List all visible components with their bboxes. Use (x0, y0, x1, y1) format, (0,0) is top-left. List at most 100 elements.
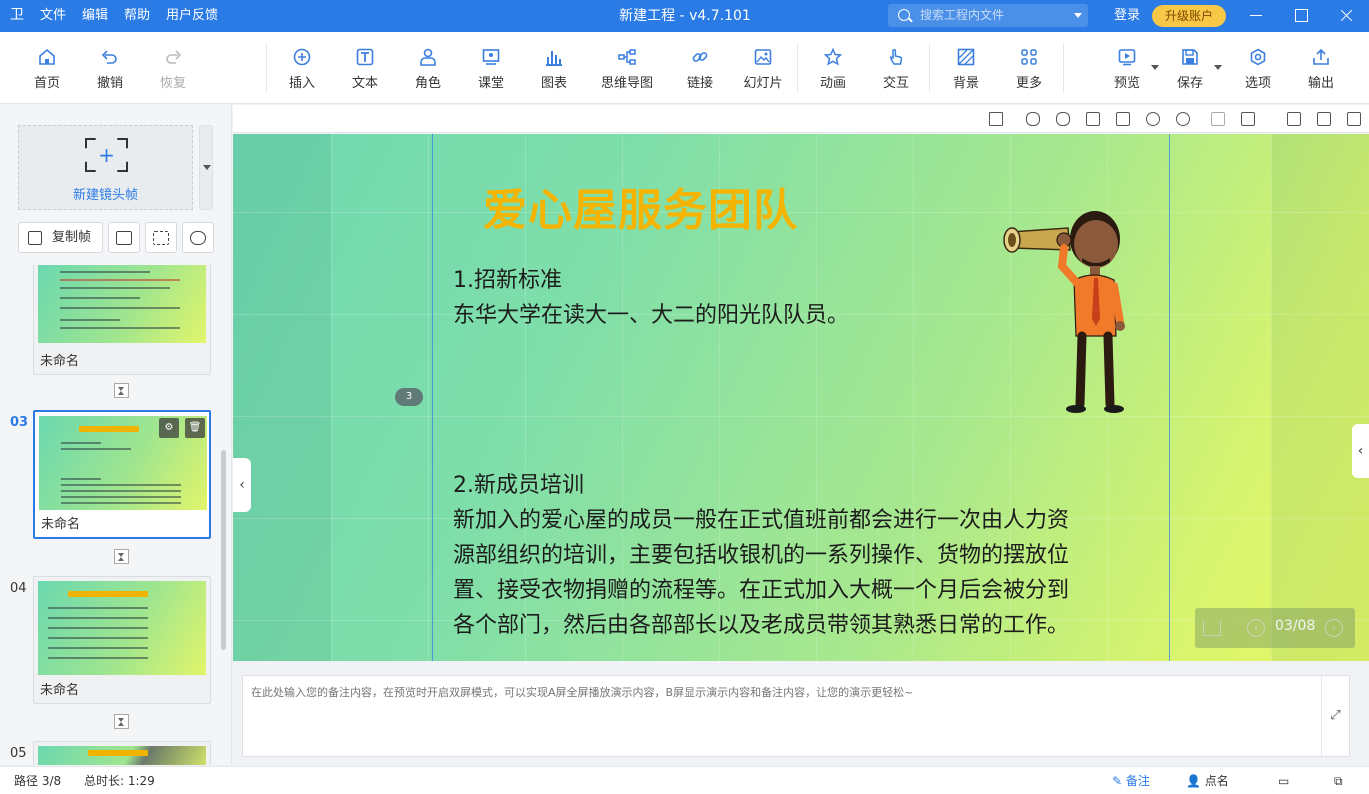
text-button[interactable]: 文本 (337, 32, 393, 104)
preview-button[interactable]: 预览 (1099, 32, 1159, 104)
camera-icon[interactable] (1287, 112, 1301, 126)
rollcall-button[interactable]: 👤 点名 (1186, 767, 1229, 794)
screen-icon[interactable]: ▭ (1278, 767, 1289, 794)
undo-button[interactable]: 撤销 (82, 32, 138, 104)
classroom-button[interactable]: 课堂 (463, 32, 519, 104)
swap-frame-button[interactable] (182, 222, 214, 253)
copy-frame-button[interactable]: 复制帧 (18, 222, 103, 253)
mindmap-button[interactable]: 思维导图 (599, 32, 655, 104)
frame-thumbnail-active[interactable]: ⚙ 🗑 未命名 (33, 410, 211, 539)
align-icon[interactable] (1211, 112, 1225, 126)
maximize-icon[interactable] (1285, 0, 1317, 32)
interact-button[interactable]: 交互 (868, 32, 924, 104)
chevron-down-icon[interactable] (1074, 13, 1082, 18)
frame-preview-image (38, 265, 206, 343)
insert-button[interactable]: 插入 (274, 32, 330, 104)
copy-icon (28, 231, 42, 245)
rotate-left-icon[interactable] (1026, 112, 1040, 126)
login-link[interactable]: 登录 (1114, 0, 1140, 32)
slide-heading-2[interactable]: 2.新成员培训 (453, 468, 584, 503)
prev-slide-icon[interactable]: ‹ (1247, 619, 1265, 637)
export-button[interactable]: 输出 (1293, 32, 1349, 104)
rotate-right-icon[interactable] (1056, 112, 1070, 126)
menu-edit[interactable]: 编辑 (82, 0, 108, 32)
home-button[interactable]: 首页 (19, 32, 75, 104)
zoom-out-icon[interactable] (1176, 112, 1190, 126)
role-button[interactable]: 角色 (400, 32, 456, 104)
transition-icon[interactable] (114, 549, 129, 564)
animation-button[interactable]: 动画 (805, 32, 861, 104)
trash-icon[interactable]: 🗑 (185, 418, 205, 438)
lock-icon[interactable] (1241, 112, 1255, 126)
upload-icon (1313, 48, 1329, 65)
upgrade-button[interactable]: 升级账户 (1152, 5, 1226, 27)
new-frame-dropdown[interactable] (199, 125, 213, 210)
notes-panel: ⤢ (242, 675, 1350, 757)
slide-paragraph-2-line[interactable]: 各个部门，然后由各部部长以及老成员带领其熟悉日常的工作。 (453, 608, 1069, 643)
slide-paragraph-2-line[interactable]: 源部组织的培训，主要包括收银机的一系列操作、货物的摆放位 (453, 538, 1069, 573)
screenshot-icon[interactable] (1317, 112, 1331, 126)
transition-icon[interactable] (114, 714, 129, 729)
edit-icon: ✎ (1112, 774, 1123, 788)
frame-settings-icon[interactable]: ⚙ (159, 418, 179, 438)
chevron-down-icon[interactable] (1214, 65, 1222, 70)
menu-file[interactable]: 文件 (40, 0, 66, 32)
menu-bar: 文件 编辑 帮助 用户反馈 (40, 0, 218, 32)
more-button[interactable]: 更多 (1001, 32, 1057, 104)
frame-thumbnail[interactable]: 未命名 (33, 576, 211, 704)
camera-icon (116, 231, 132, 245)
fit-frame-button[interactable] (145, 222, 177, 253)
character-telescope-illustration[interactable] (998, 204, 1138, 419)
frame-list: 未命名 03 ⚙ 🗑 未命名 04 未命名 05 (0, 265, 231, 765)
frames-panel: + 新建镜头帧 复制帧 未命名 03 ⚙ 🗑 未命名 04 未命名 05 (0, 105, 232, 765)
link-button[interactable]: 链接 (672, 32, 728, 104)
slide-title[interactable]: 爱心屋服务团队 (483, 174, 798, 238)
save-button[interactable]: 保存 (1162, 32, 1222, 104)
menu-help[interactable]: 帮助 (124, 0, 150, 32)
slide-canvas[interactable]: 爱心屋服务团队 1.招新标准 东华大学在读大一、大二的阳光队队员。 2.新成员培… (233, 134, 1369, 661)
chart-button[interactable]: 图表 (526, 32, 582, 104)
zoom-in-icon[interactable] (1146, 112, 1160, 126)
home-icon[interactable] (1203, 620, 1221, 636)
slide-paragraph-1[interactable]: 东华大学在读大一、大二的阳光队队员。 (453, 298, 849, 333)
notes-input[interactable] (243, 676, 1321, 756)
edit-icon[interactable] (1347, 112, 1361, 126)
bar-chart-icon (546, 51, 562, 66)
frame-preview-image (38, 581, 206, 675)
options-button[interactable]: 选项 (1230, 32, 1286, 104)
frame-list-scrollbar[interactable] (221, 450, 226, 650)
expand-icon[interactable]: ⤢ (1321, 676, 1349, 756)
toolbar-divider (1063, 44, 1064, 92)
home-view-icon[interactable] (989, 112, 1003, 126)
transition-icon[interactable] (114, 383, 129, 398)
redo-icon (166, 50, 182, 64)
search-input[interactable]: 搜索工程内文件 (888, 4, 1088, 27)
window-icon[interactable]: ⧉ (1334, 767, 1343, 794)
collapse-left-panel-icon[interactable]: ‹ (233, 458, 251, 512)
background-button[interactable]: 背景 (938, 32, 994, 104)
notes-toggle-button[interactable]: ✎ 备注 (1112, 767, 1150, 794)
expand-right-panel-icon[interactable]: ‹ (1352, 424, 1369, 478)
slide-heading-1[interactable]: 1.招新标准 (453, 263, 562, 298)
close-icon[interactable] (1330, 0, 1362, 32)
chevron-down-icon[interactable] (1151, 65, 1159, 70)
canvas-toolbar (233, 105, 1369, 133)
text-icon (356, 48, 374, 66)
redo-button[interactable]: 恢复 (145, 32, 201, 104)
frame-thumbnail[interactable]: 未命名 (33, 265, 211, 375)
slide-paragraph-2-line[interactable]: 置、接受衣物捐赠的流程等。在正式加入大概一个月后会被分到 (453, 573, 1069, 608)
paste-icon[interactable] (1116, 112, 1130, 126)
slide-counter: 03/08 (1275, 618, 1316, 634)
frame-number-badge[interactable]: 3 (395, 388, 423, 406)
snapshot-button[interactable] (108, 222, 140, 253)
image-icon (754, 49, 772, 65)
next-slide-icon[interactable]: › (1325, 619, 1343, 637)
main-toolbar: 首页 撤销 恢复 插入 文本 角色 课堂 图表 思维导图 链接 幻灯片 动画 交… (0, 32, 1369, 104)
frame-thumbnail[interactable] (33, 741, 211, 765)
slide-paragraph-2-line[interactable]: 新加入的爱心屋的成员一般在正式值班前都会进行一次由人力资 (453, 503, 1069, 538)
minimize-icon[interactable] (1240, 0, 1272, 32)
new-frame-button[interactable]: + 新建镜头帧 (18, 125, 193, 210)
menu-feedback[interactable]: 用户反馈 (166, 0, 218, 32)
slides-button[interactable]: 幻灯片 (735, 32, 791, 104)
copy-icon[interactable] (1086, 112, 1100, 126)
